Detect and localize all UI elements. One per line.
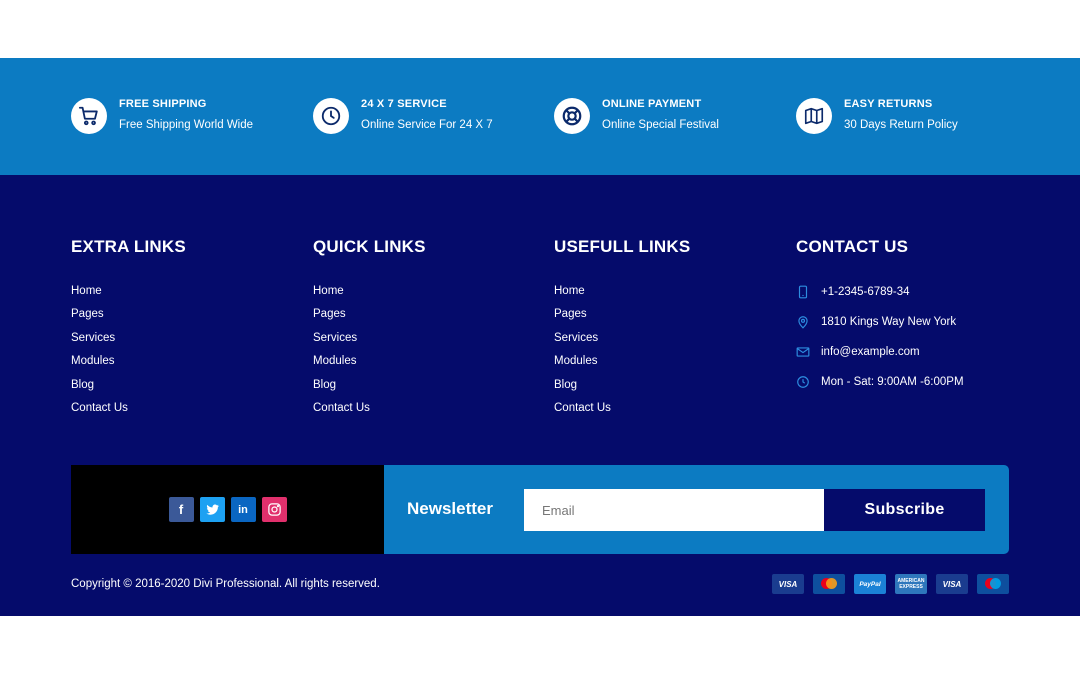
feature-subtitle: Free Shipping World Wide (119, 119, 254, 131)
footer-link-home[interactable]: Home (71, 284, 186, 307)
footer-link-services[interactable]: Services (71, 331, 186, 354)
footer-link-home[interactable]: Home (313, 284, 426, 307)
social-links: f in (71, 465, 384, 554)
twitter-button[interactable] (199, 497, 225, 522)
footer-link-contact-us[interactable]: Contact Us (313, 401, 426, 424)
linkedin-icon: in (238, 503, 248, 516)
newsletter-label: Newsletter (407, 499, 493, 518)
facebook-icon: f (178, 502, 184, 517)
footer-link-services[interactable]: Services (313, 331, 426, 354)
column-title: USEFULL LINKS (554, 237, 691, 256)
contact-column: CONTACT US +1-2345-6789-34 1810 Kings Wa… (796, 237, 964, 404)
contact-address-text: 1810 Kings Way New York (821, 316, 957, 328)
envelope-icon (796, 347, 810, 357)
instagram-button[interactable] (261, 497, 287, 522)
mastercard-icon (813, 574, 845, 594)
footer-link-blog[interactable]: Blog (313, 378, 426, 401)
instagram-icon (267, 503, 281, 516)
paypal-icon: PayPal (854, 574, 886, 594)
copyright-text: Copyright © 2016-2020 Divi Professional.… (71, 578, 380, 590)
footer-link-contact-us[interactable]: Contact Us (554, 401, 690, 424)
phone-icon (798, 285, 808, 299)
feature-subtitle: Online Service For 24 X 7 (361, 119, 493, 131)
contact-email: info@example.com (796, 344, 964, 374)
feature-title: FREE SHIPPING (119, 98, 207, 110)
feature-title: 24 X 7 SERVICE (361, 98, 447, 110)
footer-link-blog[interactable]: Blog (71, 378, 186, 401)
contact-hours: Mon - Sat: 9:00AM -6:00PM (796, 374, 964, 404)
payment-methods: VISA PayPal AMERICAN EXPRESS VISA (772, 574, 1009, 596)
visa-icon: VISA (936, 574, 968, 594)
facebook-button[interactable]: f (168, 497, 194, 522)
feature-subtitle: Online Special Festival (602, 119, 719, 131)
newsletter-box: Newsletter Subscribe (384, 465, 1009, 554)
features-bar: FREE SHIPPING Free Shipping World Wide 2… (0, 58, 1080, 175)
footer-link-modules[interactable]: Modules (71, 354, 186, 377)
linkedin-button[interactable]: in (230, 497, 256, 522)
quick-links-column: QUICK LINKS Home Pages Services Modules … (313, 237, 426, 424)
extra-links-column: EXTRA LINKS Home Pages Services Modules … (71, 237, 186, 424)
contact-hours-text: Mon - Sat: 9:00AM -6:00PM (821, 376, 964, 388)
quick-links-list: Home Pages Services Modules Blog Contact… (313, 284, 426, 424)
cart-icon (71, 98, 107, 134)
footer-link-services[interactable]: Services (554, 331, 690, 354)
contact-email-text[interactable]: info@example.com (821, 346, 920, 358)
footer-main: EXTRA LINKS Home Pages Services Modules … (0, 175, 1080, 616)
footer-link-pages[interactable]: Pages (554, 307, 690, 330)
footer-link-contact-us[interactable]: Contact Us (71, 401, 186, 424)
clock-icon (797, 376, 809, 388)
usefull-links-column: USEFULL LINKS Home Pages Services Module… (554, 237, 690, 424)
twitter-icon (205, 504, 219, 515)
email-input[interactable] (524, 489, 824, 531)
contact-phone-text[interactable]: +1-2345-6789-34 (821, 286, 910, 298)
location-pin-icon (798, 316, 808, 329)
contact-address: 1810 Kings Way New York (796, 314, 964, 344)
extra-links-list: Home Pages Services Modules Blog Contact… (71, 284, 186, 424)
map-icon (796, 98, 832, 134)
footer-link-pages[interactable]: Pages (71, 307, 186, 330)
clock-icon (313, 98, 349, 134)
contact-list: +1-2345-6789-34 1810 Kings Way New York … (796, 284, 964, 404)
footer-link-home[interactable]: Home (554, 284, 690, 307)
subscribe-button[interactable]: Subscribe (824, 489, 985, 531)
maestro-icon (977, 574, 1009, 594)
column-title: EXTRA LINKS (71, 237, 186, 256)
column-title: QUICK LINKS (313, 237, 426, 256)
feature-subtitle: 30 Days Return Policy (844, 119, 958, 131)
usefull-links-list: Home Pages Services Modules Blog Contact… (554, 284, 690, 424)
lifebuoy-icon (554, 98, 590, 134)
feature-title: ONLINE PAYMENT (602, 98, 702, 110)
visa-icon: VISA (772, 574, 804, 594)
contact-phone: +1-2345-6789-34 (796, 284, 964, 314)
amex-icon: AMERICAN EXPRESS (895, 574, 927, 594)
footer-link-modules[interactable]: Modules (554, 354, 690, 377)
column-title: CONTACT US (796, 237, 909, 256)
footer-link-modules[interactable]: Modules (313, 354, 426, 377)
footer-link-blog[interactable]: Blog (554, 378, 690, 401)
feature-title: EASY RETURNS (844, 98, 933, 110)
footer-link-pages[interactable]: Pages (313, 307, 426, 330)
